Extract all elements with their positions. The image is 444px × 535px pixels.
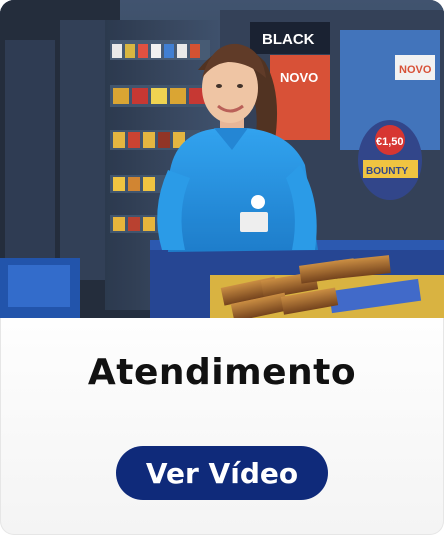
card-title: Atendimento bbox=[87, 352, 357, 393]
video-card[interactable]: BLACK NOVO NOVO €1,50 BOUNTY Atendimento… bbox=[0, 0, 444, 535]
video-thumbnail[interactable]: BLACK NOVO NOVO €1,50 BOUNTY bbox=[0, 0, 444, 318]
watch-video-button[interactable]: Ver Vídeo bbox=[116, 446, 328, 500]
store-attendant-photo: BLACK NOVO NOVO €1,50 BOUNTY bbox=[0, 0, 444, 318]
